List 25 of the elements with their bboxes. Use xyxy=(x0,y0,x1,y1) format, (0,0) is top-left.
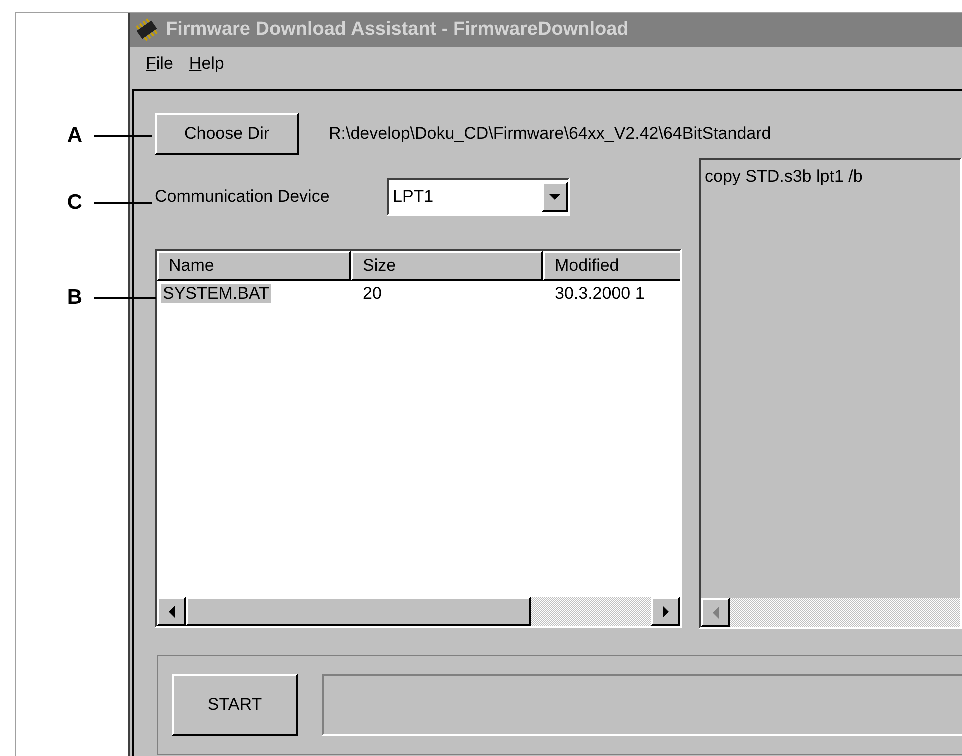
table-cell-text: 20 xyxy=(362,284,383,304)
table-cell-text: 30.3.2000 1 xyxy=(554,284,646,304)
dropdown-arrow-icon xyxy=(548,193,562,201)
callout-label: A xyxy=(66,123,84,149)
directory-path: R:\develop\Doku_CD\Firmware\64xx_V2.42\64BitStandard xyxy=(329,123,772,146)
callout-label: C xyxy=(66,190,84,216)
column-header[interactable]: Name xyxy=(157,251,351,281)
callout-label: B xyxy=(66,285,84,311)
horizontal-scrollbar[interactable] xyxy=(701,598,960,627)
table-cell[interactable]: SYSTEM.BAT xyxy=(161,284,272,304)
column-header[interactable]: Modified xyxy=(543,251,680,281)
device-dropdown[interactable]: LPT1 xyxy=(387,178,570,216)
chip-icon xyxy=(134,17,160,43)
window-title: Firmware Download Assistant - FirmwareDownload xyxy=(166,18,629,42)
left-arrow-icon xyxy=(168,604,176,618)
column-header[interactable]: Size xyxy=(351,251,543,281)
start-button[interactable]: START xyxy=(172,674,298,736)
choose-dir-button[interactable]: Choose Dir xyxy=(155,113,299,155)
left-arrow-icon xyxy=(712,606,720,620)
device-label: Communication Device xyxy=(155,186,331,208)
menu-item[interactable]: Help xyxy=(189,51,224,77)
right-arrow-icon xyxy=(662,604,670,618)
menu-item[interactable]: File xyxy=(146,51,174,77)
output-line: copy STD.s3b lpt1 /b xyxy=(704,166,864,188)
horizontal-scrollbar[interactable] xyxy=(157,597,680,626)
